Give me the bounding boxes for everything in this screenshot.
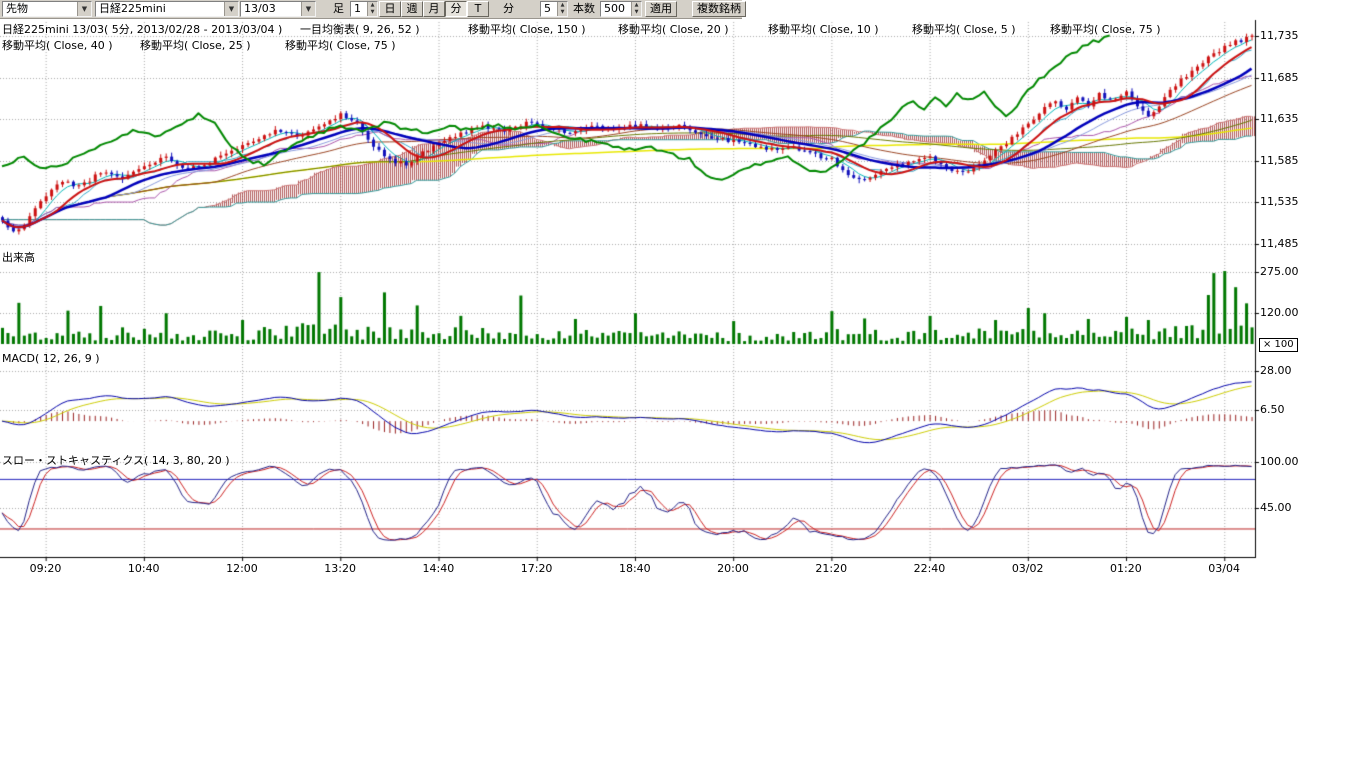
spinner-icon[interactable]: ▲▼ [367, 2, 377, 16]
spinner-icon[interactable]: ▲▼ [557, 2, 567, 16]
unit-label: 分 [503, 2, 514, 16]
bar-count-value: 500 [604, 2, 625, 15]
minutes-value: 5 [544, 2, 551, 15]
chart-canvas[interactable] [0, 0, 1366, 600]
contract-select[interactable]: 13/03 ▼ [240, 1, 316, 17]
minutes-input[interactable]: 5 ▲▼ [540, 1, 568, 17]
market-select-value: 先物 [6, 2, 28, 15]
period-minute-button[interactable]: 分 [445, 1, 467, 17]
multi-symbol-button[interactable]: 複数銘柄 [692, 1, 746, 17]
bar-type-label: 足 [333, 2, 344, 16]
spinner-icon[interactable]: ▲▼ [631, 2, 641, 16]
chevron-down-icon[interactable]: ▼ [301, 2, 315, 16]
chevron-down-icon[interactable]: ▼ [77, 2, 91, 16]
period-month-button[interactable]: 月 [423, 1, 445, 17]
period-day-button[interactable]: 日 [379, 1, 401, 17]
market-select[interactable]: 先物 ▼ [2, 1, 92, 17]
symbol-select[interactable]: 日経225mini ▼ [95, 1, 239, 17]
apply-button[interactable]: 適用 [645, 1, 677, 17]
contract-select-value: 13/03 [244, 2, 276, 15]
period-week-button[interactable]: 週 [401, 1, 423, 17]
bar-count-label: 本数 [573, 2, 595, 16]
interval-input[interactable]: 1 ▲▼ [350, 1, 378, 17]
chevron-down-icon[interactable]: ▼ [224, 2, 238, 16]
interval-value: 1 [354, 2, 361, 15]
bar-count-input[interactable]: 500 ▲▼ [600, 1, 642, 17]
chart-application-window: 先物 ▼ 日経225mini ▼ 13/03 ▼ 足 1 ▲▼ 日 週 月 分 … [0, 0, 1366, 768]
toolbar: 先物 ▼ 日経225mini ▼ 13/03 ▼ 足 1 ▲▼ 日 週 月 分 … [0, 0, 742, 19]
period-tick-button[interactable]: T [467, 1, 489, 17]
symbol-select-value: 日経225mini [99, 2, 166, 15]
